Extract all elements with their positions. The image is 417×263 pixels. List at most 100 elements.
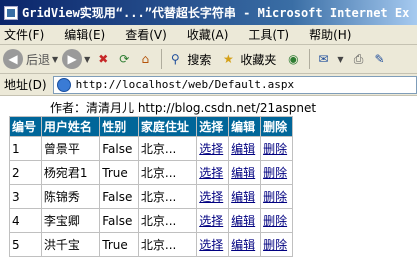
address-bar: 地址(D) http://localhost/web/Default.aspx: [0, 74, 417, 96]
table-row: 3 陈锦秀 False 北京... 选择 编辑 删除: [9, 184, 293, 209]
cell-select: 选择: [196, 208, 230, 233]
cell-name: 杨宛君1: [40, 160, 101, 185]
mail-icon[interactable]: ✉: [314, 50, 332, 68]
header-delete: 删除: [260, 116, 293, 137]
select-link[interactable]: 选择: [199, 142, 223, 156]
cell-edit: 编辑: [228, 136, 262, 161]
cell-name: 洪千宝: [40, 232, 101, 257]
refresh-icon[interactable]: ⟳: [115, 50, 133, 68]
back-dropdown-icon[interactable]: ▼: [52, 55, 58, 64]
menu-favorites[interactable]: 收藏(A): [187, 26, 229, 43]
header-select: 选择: [196, 116, 230, 137]
cell-edit: 编辑: [228, 184, 262, 209]
menu-view[interactable]: 查看(V): [125, 26, 167, 43]
edit-page-icon[interactable]: ✎: [371, 50, 389, 68]
stop-icon[interactable]: ✖: [94, 50, 112, 68]
table-row: 4 李宝卿 False 北京... 选择 编辑 删除: [9, 208, 293, 233]
toolbar-separator: [309, 49, 311, 69]
cell-select: 选择: [196, 160, 230, 185]
cell-name: 陈锦秀: [40, 184, 101, 209]
gridview-table: 编号 用户姓名 性别 家庭住址 选择 编辑 删除 1 曾景平 False 北京.…: [9, 116, 293, 257]
cell-gender: False: [99, 208, 139, 233]
menu-help[interactable]: 帮助(H): [309, 26, 351, 43]
search-label: 搜索: [187, 52, 212, 67]
edit-link[interactable]: 编辑: [231, 190, 255, 204]
page-content: 作者：清清月儿 http://blog.csdn.net/21aspnet 编号…: [0, 97, 417, 263]
cell-address: 北京...: [137, 208, 198, 233]
search-button[interactable]: ⚲ 搜索: [166, 50, 211, 68]
edit-link[interactable]: 编辑: [231, 238, 255, 252]
menu-bar: 文件(F) 编辑(E) 查看(V) 收藏(A) 工具(T) 帮助(H): [0, 25, 417, 45]
select-link[interactable]: 选择: [199, 166, 223, 180]
back-arrow-icon: ◀: [3, 49, 23, 69]
select-link[interactable]: 选择: [199, 238, 223, 252]
cell-select: 选择: [196, 232, 230, 257]
table-row: 5 洪千宝 True 北京... 选择 编辑 删除: [9, 232, 293, 257]
print-icon[interactable]: ⎙: [350, 50, 368, 68]
favorites-button[interactable]: ★ 收藏夹: [219, 50, 276, 68]
cell-edit: 编辑: [228, 208, 262, 233]
cell-select: 选择: [196, 184, 230, 209]
header-edit: 编辑: [228, 116, 262, 137]
delete-link[interactable]: 删除: [263, 190, 287, 204]
cell-address: 北京...: [137, 160, 198, 185]
cell-edit: 编辑: [228, 232, 262, 257]
header-id: 编号: [9, 116, 42, 137]
select-link[interactable]: 选择: [199, 214, 223, 228]
header-address: 家庭住址: [137, 116, 198, 137]
mail-dropdown-icon[interactable]: ▼: [337, 55, 343, 64]
star-icon: ★: [222, 52, 234, 66]
back-button[interactable]: ◀ 后退 ▼: [3, 49, 58, 69]
cell-delete: 删除: [260, 184, 293, 209]
cell-address: 北京...: [137, 136, 198, 161]
cell-delete: 删除: [260, 160, 293, 185]
home-icon[interactable]: ⌂: [136, 50, 154, 68]
cell-gender: False: [99, 136, 139, 161]
favorites-label: 收藏夹: [240, 52, 277, 67]
cell-id: 1: [9, 136, 42, 161]
author-line: 作者：清清月儿 http://blog.csdn.net/21aspnet: [50, 101, 317, 115]
window-title-bar: GridView实现用“...”代替超长字符串 - Microsoft Inte…: [0, 0, 417, 25]
table-row: 1 曾景平 False 北京... 选择 编辑 删除: [9, 136, 293, 161]
address-input[interactable]: http://localhost/web/Default.aspx: [52, 75, 417, 94]
menu-edit[interactable]: 编辑(E): [64, 26, 105, 43]
delete-link[interactable]: 删除: [263, 142, 287, 156]
header-gender: 性别: [99, 116, 139, 137]
delete-link[interactable]: 删除: [263, 238, 287, 252]
forward-arrow-icon: ▶: [62, 49, 83, 69]
cell-id: 3: [9, 184, 42, 209]
delete-link[interactable]: 删除: [263, 214, 287, 228]
edit-link[interactable]: 编辑: [231, 166, 255, 180]
search-icon: ⚲: [170, 52, 180, 66]
cell-name: 曾景平: [40, 136, 101, 161]
cell-gender: False: [99, 184, 139, 209]
edit-link[interactable]: 编辑: [231, 142, 255, 156]
cell-id: 2: [9, 160, 42, 185]
page-globe-icon: [56, 77, 71, 92]
delete-link[interactable]: 删除: [263, 166, 287, 180]
address-url: http://localhost/web/Default.aspx: [75, 78, 295, 91]
window-title: GridView实现用“...”代替超长字符串 - Microsoft Inte…: [22, 6, 410, 20]
cell-delete: 删除: [260, 232, 293, 257]
back-label: 后退: [26, 52, 51, 67]
cell-id: 5: [9, 232, 42, 257]
menu-file[interactable]: 文件(F): [4, 26, 44, 43]
grid-header-row: 编号 用户姓名 性别 家庭住址 选择 编辑 删除: [9, 116, 293, 137]
cell-name: 李宝卿: [40, 208, 101, 233]
forward-button[interactable]: ▶ ▼: [62, 49, 90, 69]
cell-gender: True: [99, 160, 139, 185]
cell-delete: 删除: [260, 208, 293, 233]
menu-tools[interactable]: 工具(T): [248, 26, 289, 43]
select-link[interactable]: 选择: [199, 190, 223, 204]
cell-address: 北京...: [137, 184, 198, 209]
cell-edit: 编辑: [228, 160, 262, 185]
cell-delete: 删除: [260, 136, 293, 161]
media-icon[interactable]: ◉: [284, 50, 302, 68]
table-row: 2 杨宛君1 True 北京... 选择 编辑 删除: [9, 160, 293, 185]
forward-dropdown-icon[interactable]: ▼: [84, 55, 90, 64]
cell-address: 北京...: [137, 232, 198, 257]
cell-id: 4: [9, 208, 42, 233]
toolbar-separator: [161, 49, 163, 69]
header-name: 用户姓名: [40, 116, 101, 137]
edit-link[interactable]: 编辑: [231, 214, 255, 228]
